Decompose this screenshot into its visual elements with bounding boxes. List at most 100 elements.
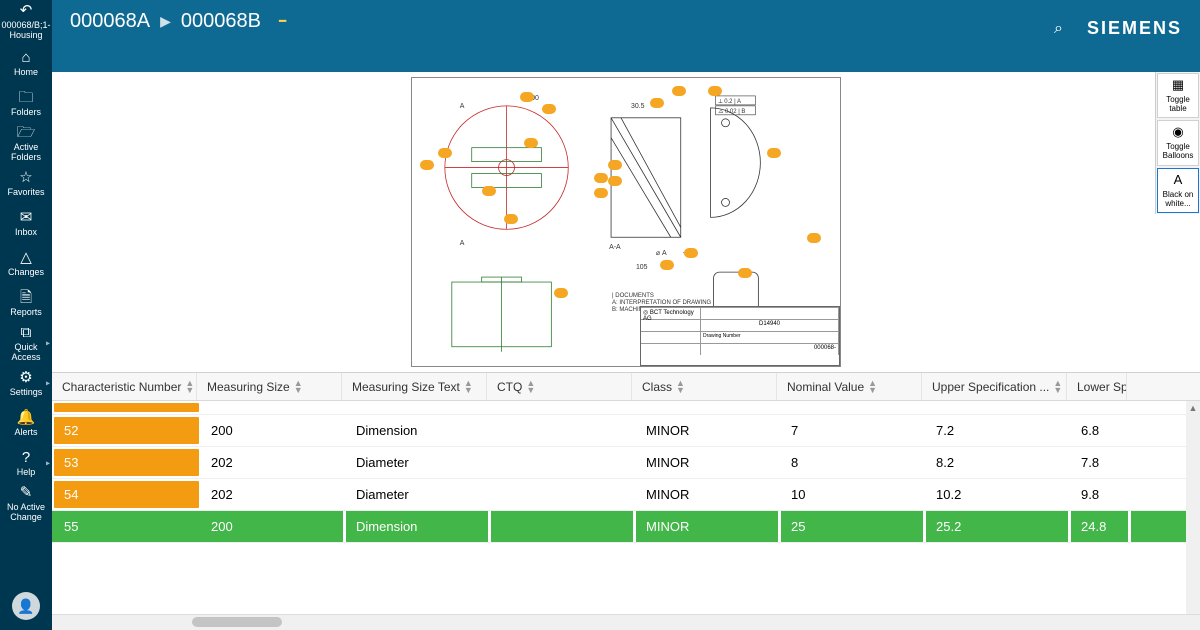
sort-icon: ▲▼	[868, 380, 877, 393]
table-cell: 200	[201, 511, 346, 542]
balloon-icon[interactable]	[542, 104, 556, 114]
sidebar-item-settings[interactable]: ⚙Settings▸	[0, 364, 52, 404]
table-cell: 25.2	[926, 511, 1071, 542]
svg-text:⌓ 0.02 | B: ⌓ 0.02 | B	[719, 109, 746, 115]
balloon-icon[interactable]	[650, 98, 664, 108]
sort-icon: ▲▼	[1053, 380, 1062, 393]
balloon-icon[interactable]	[524, 138, 538, 148]
toolbar-toggle-table[interactable]: ▦Toggle table	[1157, 73, 1199, 118]
table-body[interactable]: 52200DimensionMINOR77.26.853202DiameterM…	[52, 401, 1200, 614]
table-row[interactable]: 53202DiameterMINOR88.27.8	[52, 447, 1200, 479]
balloon-icon[interactable]	[594, 173, 608, 183]
balloon-icon[interactable]	[420, 160, 434, 170]
sidebar-item-quick-access[interactable]: ⧉Quick Access▸	[0, 324, 52, 364]
home-icon: ⌂	[21, 50, 30, 67]
column-header[interactable]: Nominal Value▲▼	[777, 373, 922, 400]
chevron-right-icon: ▸	[46, 460, 50, 469]
main-area: 000068A ▶ 000068B ━ ⌕ SIEMENS	[52, 0, 1200, 630]
table-cell: 7	[781, 415, 926, 446]
column-header[interactable]: Upper Specification ...▲▼	[922, 373, 1067, 400]
table-row[interactable]: 52200DimensionMINOR77.26.8	[52, 415, 1200, 447]
chevron-right-icon: ▸	[46, 340, 50, 349]
breadcrumb-a[interactable]: 000068A	[70, 10, 150, 33]
horizontal-scrollbar[interactable]	[52, 614, 1200, 630]
sidebar-item-no-active-change[interactable]: ✎No Active Change	[0, 484, 52, 524]
sidebar-item-help[interactable]: ?Help▸	[0, 444, 52, 484]
sidebar-item-changes[interactable]: △Changes	[0, 244, 52, 284]
balloon-icon[interactable]	[482, 186, 496, 196]
characteristics-table: Characteristic Number▲▼Measuring Size▲▼M…	[52, 372, 1200, 630]
svg-text:A: A	[460, 103, 465, 110]
table-row[interactable]: 55200DimensionMINOR2525.224.8	[52, 511, 1200, 543]
sidebar-item-active-folders[interactable]: 🗁Active Folders	[0, 124, 52, 164]
sort-icon: ▲▼	[676, 380, 685, 393]
brand-logo: SIEMENS	[1087, 18, 1182, 39]
chevron-right-icon: ▶	[160, 13, 171, 30]
char-badge: 55	[54, 513, 199, 540]
search-icon[interactable]: ⌕	[1054, 20, 1063, 38]
scroll-thumb[interactable]	[192, 617, 282, 627]
svg-text:105: 105	[636, 264, 648, 271]
table-cell: Diameter	[346, 447, 491, 478]
breadcrumb-b[interactable]: 000068B	[181, 10, 261, 33]
table-row[interactable]: 54202DiameterMINOR1010.29.8	[52, 479, 1200, 511]
table-cell: 25	[781, 511, 926, 542]
table-cell: 200	[201, 415, 346, 446]
sidebar-item-folders[interactable]: 🗀Folders	[0, 84, 52, 124]
svg-text:⟂ 0.2 | A: ⟂ 0.2 | A	[719, 98, 741, 105]
sidebar-item-home[interactable]: ⌂Home	[0, 44, 52, 84]
table-cell: MINOR	[636, 415, 781, 446]
quick-access-icon: ⧉	[21, 325, 32, 342]
toolbar-toggle-balloons[interactable]: ◉Toggle Balloons	[1157, 120, 1199, 165]
toolbar-icon: A	[1160, 173, 1196, 188]
column-header[interactable]: CTQ▲▼	[487, 373, 632, 400]
column-header[interactable]: Lower Spe▲▼	[1067, 373, 1127, 400]
balloon-icon[interactable]	[554, 288, 568, 298]
balloon-icon[interactable]	[608, 160, 622, 170]
balloon-icon[interactable]	[608, 176, 622, 186]
balloon-icon[interactable]	[684, 248, 698, 258]
balloon-icon[interactable]	[807, 233, 821, 243]
column-header[interactable]: Measuring Size Text▲▼	[342, 373, 487, 400]
content: A A A-A 30.5 105 12.00 ⌀ A -B- ⟂ 0.2 | A…	[52, 72, 1200, 630]
table-header: Characteristic Number▲▼Measuring Size▲▼M…	[52, 373, 1200, 401]
technical-drawing: A A A-A 30.5 105 12.00 ⌀ A -B- ⟂ 0.2 | A…	[411, 77, 841, 367]
scroll-up-icon[interactable]: ▲	[1186, 401, 1200, 415]
balloon-icon[interactable]	[738, 268, 752, 278]
balloon-icon[interactable]	[708, 86, 722, 96]
chevron-right-icon: ▸	[46, 380, 50, 389]
toolbar-black-on-white-[interactable]: ABlack on white...	[1157, 168, 1199, 213]
inbox-icon: ✉	[20, 210, 33, 227]
vertical-scrollbar[interactable]: ▲	[1186, 401, 1200, 614]
drawing-viewer[interactable]: A A A-A 30.5 105 12.00 ⌀ A -B- ⟂ 0.2 | A…	[52, 72, 1200, 372]
favorites-icon: ☆	[19, 170, 32, 187]
table-cell	[491, 415, 636, 446]
sidebar-item-reports[interactable]: 🗎Reports	[0, 284, 52, 324]
table-cell: 10	[781, 479, 926, 510]
avatar[interactable]: 👤	[12, 592, 40, 620]
table-cell: Dimension	[346, 415, 491, 446]
sidebar-item-alerts[interactable]: 🔔Alerts	[0, 404, 52, 444]
table-cell: 7.2	[926, 415, 1071, 446]
folders-icon: 🗀	[18, 90, 33, 107]
balloon-icon[interactable]	[672, 86, 686, 96]
balloon-icon[interactable]	[504, 214, 518, 224]
sidebar-item-inbox[interactable]: ✉Inbox	[0, 204, 52, 244]
balloon-icon[interactable]	[767, 148, 781, 158]
column-header[interactable]: Measuring Size▲▼	[197, 373, 342, 400]
column-header[interactable]: Characteristic Number▲▼	[52, 373, 197, 400]
sidebar-item-favorites[interactable]: ☆Favorites	[0, 164, 52, 204]
balloon-icon[interactable]	[660, 260, 674, 270]
svg-text:A-A: A-A	[609, 244, 621, 251]
balloon-icon[interactable]	[438, 148, 452, 158]
sort-icon: ▲▼	[464, 380, 473, 393]
settings-icon: ⚙	[19, 370, 32, 387]
back-button[interactable]: ↶ 000068/B;1-Housing	[0, 0, 52, 44]
table-cell: 24.8	[1071, 511, 1131, 542]
column-header[interactable]: Class▲▼	[632, 373, 777, 400]
char-badge	[54, 403, 199, 412]
pin-icon[interactable]: ━	[279, 14, 286, 28]
balloon-icon[interactable]	[594, 188, 608, 198]
balloon-icon[interactable]	[520, 92, 534, 102]
table-row[interactable]	[52, 401, 1200, 415]
